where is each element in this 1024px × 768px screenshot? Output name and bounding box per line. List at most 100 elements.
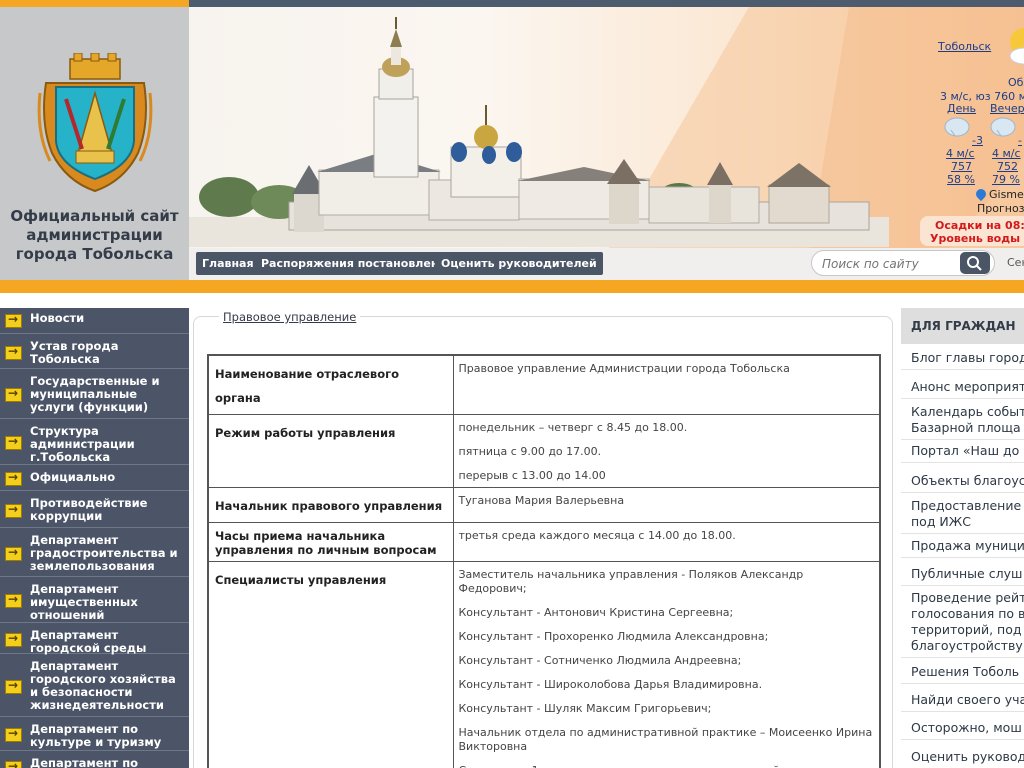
row-value: Заместитель начальника управления - Поля… [452, 561, 881, 768]
right-column-link[interactable]: Предоставление под ИЖС [901, 494, 1024, 534]
partly-cloudy-icon [1009, 28, 1024, 65]
menu-item-label: Департамент имущественных отношений [30, 582, 138, 622]
menu-item[interactable]: Новости [0, 308, 189, 334]
page-root: Официальный сайт администрации города То… [0, 0, 1024, 768]
right-column-link[interactable]: Календарь событ Базарной площа [901, 400, 1024, 440]
menu-item[interactable]: Департамент по культуре и туризму [0, 719, 189, 751]
value-line: Консультант - Антонович Кристина Сергеев… [458, 606, 734, 619]
water-drop-icon [973, 186, 989, 202]
menu-item[interactable]: Департамент городского хозяйства и безоп… [0, 656, 189, 717]
weather-city-link[interactable]: Тобольск [938, 40, 991, 53]
weather-day-humidity[interactable]: 58 % [947, 173, 975, 186]
value-line: понедельник – четверг с 8.45 до 18.00. [458, 421, 688, 434]
row-value: понедельник – четверг с 8.45 до 18.00. пя… [452, 414, 881, 488]
water-level-text[interactable]: Уровень воды р. [930, 232, 1024, 245]
search-input[interactable] [822, 256, 952, 272]
right-column-heading: ДЛЯ ГРАЖДАН [901, 308, 1024, 344]
arrow-right-icon [5, 592, 22, 608]
arrow-right-icon [5, 434, 22, 450]
right-column-link[interactable]: Оценить руковод [901, 745, 1024, 768]
row-key: Наименование отраслевого органа [207, 354, 454, 415]
right-column-link[interactable]: Найди своего уча [901, 688, 1024, 712]
weather-day-pressure[interactable]: 757 [951, 160, 972, 173]
weather-eve-humidity[interactable]: 79 % [992, 173, 1020, 186]
value-line: третья среда каждого месяца с 14.00 до 1… [458, 529, 736, 542]
row-key: Часы приема начальника управления по лич… [207, 522, 454, 562]
weather-day-temp[interactable]: -3 [972, 134, 983, 147]
weather-eve-wind[interactable]: 4 м/с [992, 147, 1021, 160]
breadcrumb[interactable]: Правовое управление [219, 310, 361, 324]
right-column-link[interactable]: Портал «Наш до [901, 439, 1024, 463]
arrow-right-icon [5, 631, 22, 647]
weather-forecast[interactable]: Прогноз н [977, 202, 1024, 215]
nav-home-button[interactable]: Главная [196, 252, 260, 275]
row-value: Туганова Мария Валерьевна [452, 487, 881, 523]
tobolsk-coat-of-arms-icon[interactable] [36, 53, 154, 193]
weather-eve-pressure[interactable]: 752 [997, 160, 1018, 173]
menu-item-label: Противодействие коррупции [30, 496, 148, 523]
menu-item-label: Государственные и муниципальные услуги (… [30, 374, 160, 414]
table-row: Наименование отраслевого органа Правовое … [207, 354, 881, 415]
menu-item-label: Департамент по [30, 756, 139, 768]
left-menu: Новости Устав города Тобольска Государстве… [0, 308, 189, 768]
right-column-link[interactable]: Анонс мероприят [901, 375, 1024, 399]
weather-evening-label[interactable]: Вечер [990, 102, 1024, 115]
value-line: Консультант - Широколобова Дарья Владими… [458, 678, 763, 691]
nav-decrees-button[interactable]: Распоряжения постановления [255, 252, 460, 275]
search-box [811, 250, 995, 276]
weather-eve-temp[interactable]: - [1018, 134, 1022, 147]
weather-day-wind[interactable]: 4 м/с [946, 147, 975, 160]
right-column-link[interactable]: Проведение рейт голосования по в террито… [901, 586, 1024, 658]
info-table: Наименование отраслевого органа Правовое … [207, 354, 881, 768]
arrow-right-icon [5, 386, 22, 402]
right-column-link[interactable]: Объекты благоус [901, 469, 1024, 493]
arrow-right-icon [5, 470, 22, 486]
value-line: Правовое управление Администрации города… [458, 362, 790, 375]
value-line: перерыв с 13.00 до 14.00 [458, 469, 606, 482]
right-column-link[interactable]: Продажа муници [901, 534, 1024, 558]
right-column-link[interactable]: Осторожно, мош [901, 716, 1024, 740]
value-line: Консультант - Сотниченко Людмила Андреев… [458, 654, 742, 667]
menu-item-label: Новости [30, 311, 85, 325]
weather-day-label[interactable]: День [947, 102, 976, 115]
menu-item[interactable]: Департамент по [0, 753, 189, 768]
header-banner [189, 0, 1024, 248]
arrow-right-icon [5, 726, 22, 742]
value-line: пятница с 9.00 до 17.00. [458, 445, 602, 458]
tobolsk-kremlin-illustration [189, 7, 1024, 248]
menu-item[interactable]: Официально [0, 467, 189, 491]
menu-item-label: Структура администрации г.Тобольска [30, 424, 135, 464]
menu-item[interactable]: Противодействие коррупции [0, 493, 189, 528]
top-navbar: Главная Распоряжения постановления Оцени… [189, 248, 1024, 280]
value-line: Специалист 1 категории отдела по админис… [459, 764, 874, 768]
table-row: Специалисты управления Заместитель началь… [207, 561, 881, 768]
menu-item[interactable]: Устав города Тобольска [0, 336, 189, 369]
menu-item[interactable]: Департамент градостроительства и землепо… [0, 530, 189, 577]
value-line: Консультант - Прохоренко Людмила Алексан… [458, 630, 769, 643]
precipitation-text[interactable]: Осадки на 08:00 [935, 219, 1024, 232]
arrow-right-icon [5, 344, 22, 360]
value-line: Туганова Мария Валерьевна [458, 494, 625, 507]
menu-item[interactable]: Структура администрации г.Тобольска [0, 421, 189, 465]
snow-cloud-icon [990, 117, 1016, 137]
weather-brand[interactable]: Gismete [989, 188, 1024, 201]
search-button[interactable] [960, 252, 990, 274]
arrow-right-icon [5, 545, 22, 561]
menu-item[interactable]: Государственные и муниципальные услуги (… [0, 371, 189, 419]
logo-panel[interactable]: Официальный сайт администрации города То… [0, 0, 189, 280]
nav-rate-leaders-button[interactable]: Оценить руководителей [435, 252, 603, 275]
menu-item[interactable]: Департамент имущественных отношений [0, 579, 189, 623]
right-column-link[interactable]: Блог главы город [901, 346, 1024, 370]
menu-item-label: Департамент городской среды [30, 628, 147, 655]
right-column-link[interactable]: Решения Тоболь [901, 660, 1024, 684]
menu-item[interactable]: Департамент городской среды [0, 625, 189, 655]
right-column-link[interactable]: Публичные слуш [901, 562, 1024, 586]
value-line: Заместитель начальника управления - Поля… [458, 568, 804, 595]
arrow-right-icon [5, 312, 22, 328]
search-icon [967, 256, 982, 271]
menu-item-label: Департамент градостроительства и землепо… [30, 533, 178, 573]
table-row: Часы приема начальника управления по лич… [207, 522, 881, 562]
menu-item-label: Устав города Тобольска [30, 339, 119, 366]
nav-extra-link[interactable]: Сен [1007, 256, 1024, 269]
header-orange-stripe [0, 280, 1024, 293]
